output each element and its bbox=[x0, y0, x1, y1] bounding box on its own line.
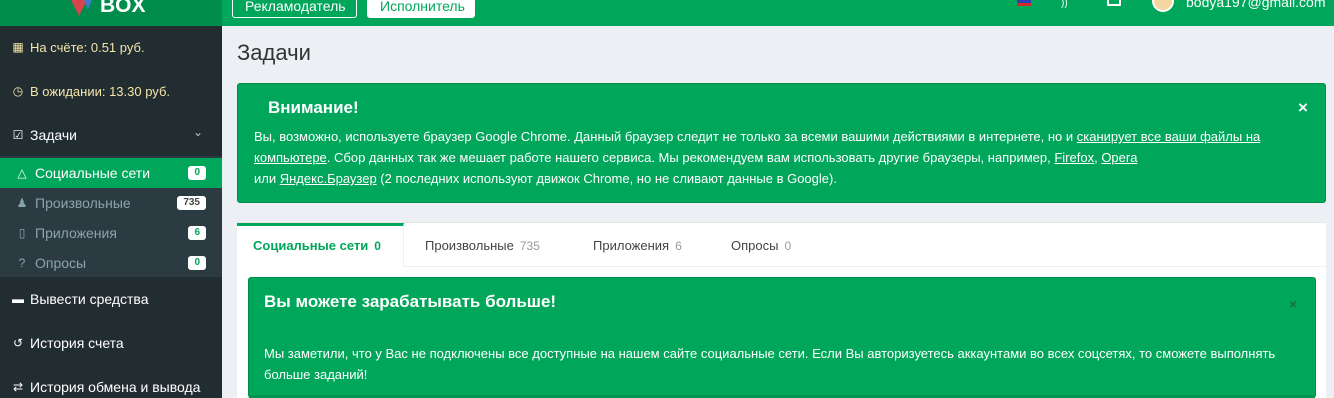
chevron-down-icon: ⌄ bbox=[193, 125, 204, 139]
alert-text: (2 последних используют движок Chrome, н… bbox=[376, 171, 837, 186]
tasks-submenu: △ Социальные сети 0 ♟ Произвольные 735 ▯… bbox=[0, 156, 222, 277]
feed-icon[interactable]: )) bbox=[1061, 0, 1075, 9]
earn-more-alert: Вы можете зарабатывать больше! × Мы заме… bbox=[248, 277, 1316, 398]
logo-mark-secondary-icon bbox=[80, 0, 96, 10]
sidebar-item-history[interactable]: ↺ История счета bbox=[0, 332, 222, 354]
alert-text: . Сбор данных так же мешает работе нашег… bbox=[326, 150, 1055, 165]
sidebar-item-label: Приложения bbox=[35, 225, 117, 241]
executor-button[interactable]: Исполнитель bbox=[367, 0, 475, 18]
count-badge: 6 bbox=[188, 226, 206, 240]
close-icon[interactable]: × bbox=[1298, 98, 1308, 118]
tab-count: 6 bbox=[675, 239, 682, 253]
page-title: Задачи bbox=[237, 40, 311, 65]
sidebar-item-label: Опросы bbox=[35, 255, 87, 271]
alert-title: Внимание! bbox=[268, 98, 359, 117]
sidebar-item-withdraw[interactable]: ▬ Вывести средства bbox=[0, 288, 222, 310]
count-badge: 0 bbox=[188, 166, 206, 180]
exchange-icon: ⇄ bbox=[12, 380, 24, 394]
pending-label: В ожидании: 13.30 руб. bbox=[30, 83, 170, 99]
wallet-icon: ▬ bbox=[12, 292, 24, 306]
tab-count: 0 bbox=[784, 239, 792, 253]
history-icon: ↺ bbox=[12, 336, 24, 350]
tab-apps[interactable]: Приложения 6 bbox=[593, 223, 682, 267]
sidebar-item-social[interactable]: △ Социальные сети 0 bbox=[0, 158, 222, 188]
tab-label: Опросы bbox=[731, 238, 779, 253]
count-badge: 0 bbox=[188, 256, 206, 270]
top-navbar: BOX Рекламодатель Исполнитель )) bodya19… bbox=[0, 0, 1334, 26]
logo[interactable]: BOX bbox=[0, 0, 222, 26]
share-icon: △ bbox=[17, 166, 27, 180]
sidebar-item-label: История счета bbox=[30, 335, 124, 351]
sidebar-item-label: Произвольные bbox=[35, 195, 131, 211]
firefox-link[interactable]: Firefox bbox=[1054, 150, 1094, 165]
person-icon: ♟ bbox=[16, 196, 28, 210]
advertiser-button[interactable]: Рекламодатель bbox=[232, 0, 357, 18]
sidebar: ▦ На счёте: 0.51 руб. ◷ В ожидании: 13.3… bbox=[0, 26, 222, 398]
sidebar-item-tasks[interactable]: ☑ Задачи ⌄ bbox=[0, 124, 222, 146]
logo-text: BOX bbox=[100, 0, 146, 17]
alert-body: Мы заметили, что у Вас не подключены все… bbox=[264, 346, 1276, 382]
money-icon: ▦ bbox=[12, 40, 24, 54]
alert-text: или bbox=[254, 171, 280, 186]
pending-item: ◷ В ожидании: 13.30 руб. bbox=[0, 80, 222, 102]
user-email[interactable]: bodya197@gmail.com bbox=[1186, 0, 1326, 10]
count-badge: 735 bbox=[177, 196, 206, 210]
sidebar-item-polls[interactable]: ? Опросы 0 bbox=[0, 248, 222, 278]
clock-icon: ◷ bbox=[12, 84, 24, 98]
tab-custom[interactable]: Произвольные 735 bbox=[425, 223, 540, 267]
sidebar-item-custom[interactable]: ♟ Произвольные 735 bbox=[0, 188, 222, 218]
tab-polls[interactable]: Опросы 0 bbox=[731, 223, 791, 267]
yandex-browser-link[interactable]: Яндекс.Браузер bbox=[280, 171, 377, 186]
checkbox-icon: ☑ bbox=[12, 128, 24, 142]
tab-count: 0 bbox=[374, 239, 381, 253]
browser-warning-alert: Внимание! × Вы, возможно, используете бр… bbox=[237, 83, 1326, 203]
alert-body: Вы, возможно, используете браузер Google… bbox=[254, 126, 1309, 189]
question-icon: ? bbox=[18, 256, 26, 270]
sidebar-item-apps[interactable]: ▯ Приложения 6 bbox=[0, 218, 222, 248]
opera-link[interactable]: Opera bbox=[1101, 150, 1137, 165]
sidebar-item-label: Задачи bbox=[30, 127, 78, 143]
balance-label: На счёте: 0.51 руб. bbox=[30, 39, 145, 55]
alert-text: Вы, возможно, используете браузер Google… bbox=[254, 129, 1077, 144]
mail-icon[interactable] bbox=[1107, 0, 1121, 6]
avatar[interactable] bbox=[1152, 0, 1174, 12]
sidebar-item-exchange[interactable]: ⇄ История обмена и вывода bbox=[0, 376, 222, 398]
tab-divider bbox=[404, 266, 1326, 267]
alert-title: Вы можете зарабатывать больше! bbox=[264, 292, 557, 311]
tab-label: Приложения bbox=[593, 238, 670, 253]
tab-count: 735 bbox=[519, 239, 540, 253]
sidebar-item-label: Социальные сети bbox=[35, 165, 151, 181]
tab-label: Произвольные bbox=[425, 238, 514, 253]
close-icon[interactable]: × bbox=[1289, 296, 1297, 312]
tab-social[interactable]: Социальные сети 0 bbox=[237, 223, 404, 267]
phone-icon: ▯ bbox=[18, 226, 26, 240]
tab-label: Социальные сети bbox=[253, 238, 369, 253]
language-flag-icon[interactable] bbox=[1017, 0, 1031, 6]
sidebar-item-label: Вывести средства bbox=[30, 291, 149, 307]
balance-item: ▦ На счёте: 0.51 руб. bbox=[0, 36, 222, 58]
sidebar-item-label: История обмена и вывода bbox=[30, 379, 201, 395]
